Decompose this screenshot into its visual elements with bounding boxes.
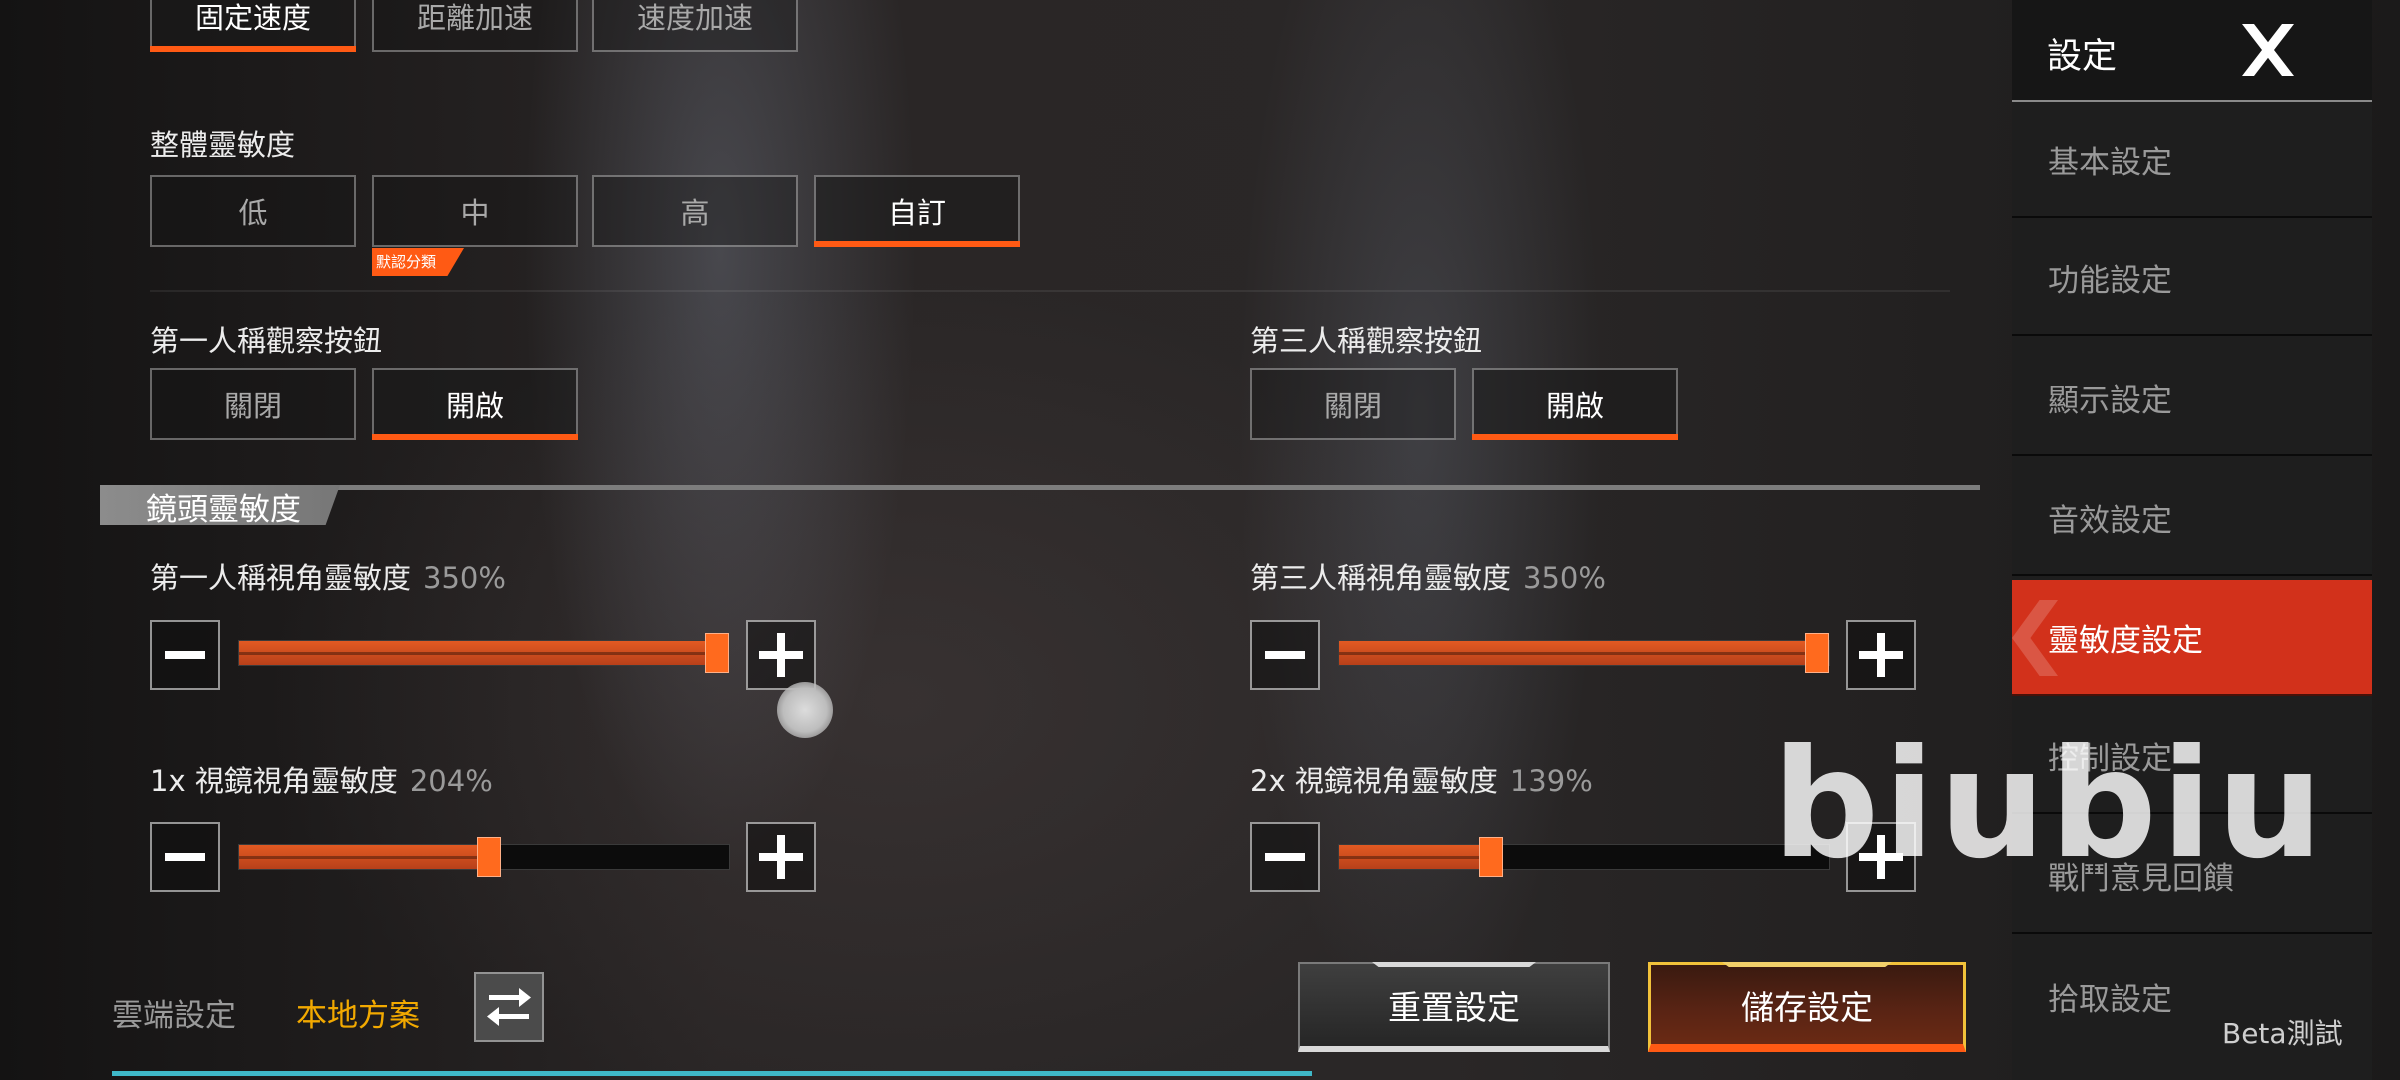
- sidebar-item-function[interactable]: 功能設定: [2012, 220, 2372, 336]
- scope2x-sensitivity-label: 2x 視鏡視角靈敏度 139%: [1250, 764, 1593, 798]
- tp-sensitivity-label: 第三人稱視角靈敏度 350%: [1250, 561, 1606, 595]
- section-title: 鏡頭靈敏度: [146, 492, 301, 528]
- plus-icon: [1859, 633, 1903, 677]
- overall-custom-button[interactable]: 自訂: [814, 175, 1020, 247]
- plus-icon: [759, 835, 803, 879]
- sidebar-header: 設定: [2012, 0, 2372, 102]
- divider: [150, 290, 1950, 292]
- accel-distance-button[interactable]: 距離加速: [372, 0, 578, 52]
- minus-icon: [1265, 853, 1305, 861]
- scope1x-minus-button[interactable]: [150, 822, 220, 892]
- close-icon: [2242, 24, 2294, 76]
- minus-icon: [1265, 651, 1305, 659]
- fp-minus-button[interactable]: [150, 620, 220, 690]
- reset-top-accent: [1372, 962, 1536, 967]
- sidebar-item-display[interactable]: 顯示設定: [2012, 340, 2372, 456]
- scope1x-slider-track[interactable]: [238, 837, 730, 877]
- scope1x-plus-button[interactable]: [746, 822, 816, 892]
- fp-plus-button[interactable]: [746, 620, 816, 690]
- scope2x-sensitivity-value: 139%: [1509, 764, 1593, 798]
- accel-speed-button[interactable]: 速度加速: [592, 0, 798, 52]
- scope2x-slider-track[interactable]: [1338, 837, 1830, 877]
- scope1x-sensitivity-value: 204%: [409, 764, 493, 798]
- fp-sensitivity-value: 350%: [423, 561, 506, 595]
- overall-mid-button[interactable]: 中: [372, 175, 578, 247]
- section-divider: [100, 485, 1980, 490]
- beta-test-label: Beta測試: [2222, 1017, 2343, 1050]
- settings-sidebar: 設定 基本設定 功能設定 顯示設定 音效設定 靈敏度設定 控制設定 戰鬥意見回饋…: [2012, 0, 2372, 1080]
- sidebar-item-basic[interactable]: 基本設定: [2012, 102, 2372, 218]
- fp-view-off-button[interactable]: 關閉: [150, 368, 356, 440]
- tp-view-off-button[interactable]: 關閉: [1250, 368, 1456, 440]
- minus-icon: [165, 651, 205, 659]
- slider-knob[interactable]: [705, 633, 729, 673]
- swap-arrows-icon: [487, 988, 531, 1026]
- tp-slider-track[interactable]: [1338, 633, 1830, 673]
- fp-sensitivity-label: 第一人稱視角靈敏度 350%: [150, 561, 506, 595]
- local-plan-label[interactable]: 本地方案: [296, 990, 420, 1035]
- cloud-settings-label: 雲端設定: [112, 998, 236, 1034]
- tp-view-title: 第三人稱觀察按鈕: [1250, 324, 1483, 358]
- overall-sensitivity-title: 整體靈敏度: [150, 128, 296, 162]
- tp-plus-button[interactable]: [1846, 620, 1916, 690]
- fp-slider-track[interactable]: [238, 633, 730, 673]
- fp-view-title: 第一人稱觀察按鈕: [150, 324, 383, 358]
- close-button[interactable]: [2238, 22, 2298, 82]
- save-top-accent: [1722, 962, 1892, 967]
- overall-low-button[interactable]: 低: [150, 175, 356, 247]
- save-settings-button[interactable]: 儲存設定: [1648, 962, 1966, 1052]
- touch-indicator: [777, 682, 833, 738]
- scope2x-minus-button[interactable]: [1250, 822, 1320, 892]
- sidebar-item-sensitivity[interactable]: 靈敏度設定: [2012, 580, 2372, 696]
- reset-settings-button[interactable]: 重置設定: [1298, 962, 1610, 1052]
- tp-view-on-button[interactable]: 開啟: [1472, 368, 1678, 440]
- slider-knob[interactable]: [1805, 633, 1829, 673]
- fp-view-on-button[interactable]: 開啟: [372, 368, 578, 440]
- overall-high-button[interactable]: 高: [592, 175, 798, 247]
- slider-knob[interactable]: [1479, 837, 1503, 877]
- sidebar-item-audio[interactable]: 音效設定: [2012, 460, 2372, 576]
- tp-minus-button[interactable]: [1250, 620, 1320, 690]
- bottom-accent-line: [112, 1071, 1312, 1076]
- accel-fixed-speed-button[interactable]: 固定速度: [150, 0, 356, 52]
- settings-title: 設定: [2047, 37, 2118, 77]
- switch-plan-button[interactable]: [474, 972, 544, 1042]
- plus-icon: [759, 633, 803, 677]
- watermark-logo: biubiu: [1772, 718, 2328, 892]
- scope1x-sensitivity-label: 1x 視鏡視角靈敏度 204%: [150, 764, 493, 798]
- tp-sensitivity-value: 350%: [1523, 561, 1606, 595]
- slider-knob[interactable]: [477, 837, 501, 877]
- minus-icon: [165, 853, 205, 861]
